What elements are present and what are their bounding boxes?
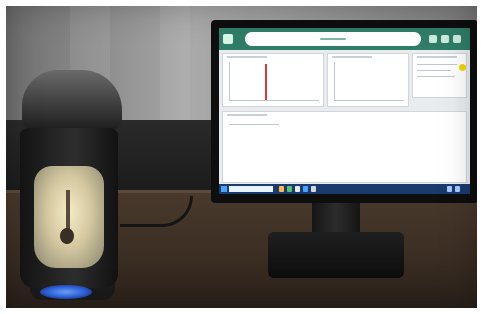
pane-title (227, 56, 267, 58)
instrument-head (22, 70, 122, 130)
plot-pane-left (222, 53, 324, 107)
header-icon[interactable] (429, 35, 437, 43)
plot-axis (229, 100, 319, 101)
taskbar-search[interactable] (229, 186, 273, 192)
pane-title (227, 114, 267, 116)
blue-indicator-light (40, 285, 92, 299)
taskbar-app-icon[interactable] (287, 186, 292, 192)
monitor-screen (219, 28, 470, 194)
system-tray-icon[interactable] (455, 186, 460, 192)
taskbar-app-icon[interactable] (311, 186, 316, 192)
app-search-field[interactable] (245, 32, 421, 46)
start-icon[interactable] (221, 186, 227, 192)
pane-title (332, 56, 372, 58)
taskbar-app-icon[interactable] (279, 186, 284, 192)
stirrer-tip (60, 228, 74, 244)
plot-axis (334, 62, 335, 100)
taskbar-app-icon[interactable] (295, 186, 300, 192)
data-line (229, 124, 279, 125)
taskbar-app-icon[interactable] (303, 186, 308, 192)
info-line (417, 64, 457, 65)
monitor-stand-base (268, 232, 404, 278)
system-tray-icon[interactable] (447, 186, 452, 192)
status-indicator (459, 64, 466, 71)
header-icon[interactable] (441, 35, 449, 43)
pane-title (417, 56, 457, 58)
plot-axis (229, 62, 230, 100)
plot-pane-middle (327, 53, 409, 107)
photo-scene (0, 0, 483, 314)
app-header (219, 28, 470, 50)
data-pane (222, 111, 467, 183)
app-logo-icon (223, 34, 233, 44)
info-line (417, 76, 455, 77)
plot-trace (265, 64, 267, 100)
plot-axis (334, 100, 404, 101)
header-icon[interactable] (453, 35, 461, 43)
info-line (417, 70, 451, 71)
os-taskbar (219, 184, 470, 194)
info-pane (412, 53, 467, 98)
